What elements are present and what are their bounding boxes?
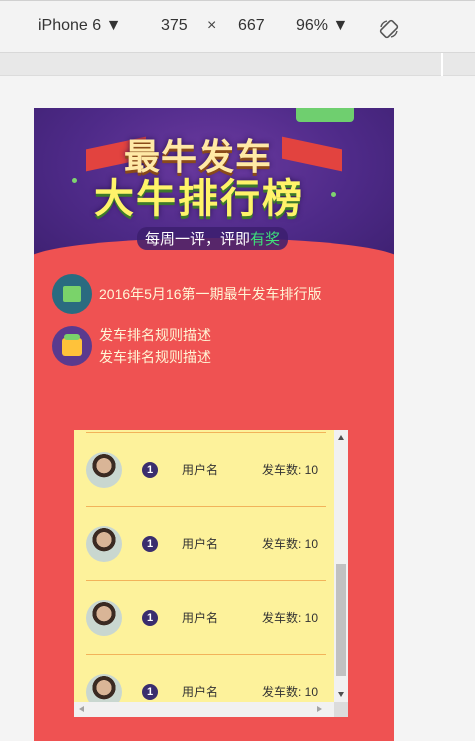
media-query-divider xyxy=(441,53,443,76)
departure-count: 发车数: 10 xyxy=(262,537,319,551)
scrollbar-thumb[interactable] xyxy=(336,564,346,676)
slogan-text: 每周一评，评即 xyxy=(145,231,251,248)
leaderboard-row[interactable]: 1 用户名 发车数: 10 xyxy=(86,507,326,581)
top-right-badge[interactable] xyxy=(296,108,354,122)
calendar-icon xyxy=(52,274,92,314)
devtools-toolbar: iPhone 6 ▼ 375 × 667 96% ▼ xyxy=(0,0,475,53)
device-select[interactable]: iPhone 6 ▼ xyxy=(38,17,121,35)
departure-count: 发车数: 10 xyxy=(262,685,319,699)
media-query-bar xyxy=(0,53,475,76)
leaderboard-row[interactable]: 1 用户名 发车数: 10 xyxy=(86,433,326,507)
viewport-width-field[interactable]: 375 xyxy=(161,17,188,35)
user-avatar xyxy=(86,599,122,636)
rank-badge: 1 xyxy=(142,683,158,700)
leaderboard-row[interactable]: 1 用户名 发车数: 10 xyxy=(86,581,326,655)
rank-badge: 1 xyxy=(142,609,158,626)
decor-star xyxy=(331,192,336,197)
rotate-icon[interactable] xyxy=(379,19,399,39)
username: 用户名 xyxy=(182,463,219,477)
period-text: 2016年5月16第一期最牛发车排行版 xyxy=(99,286,322,302)
decor-star xyxy=(72,178,77,183)
user-avatar xyxy=(86,451,122,488)
user-avatar xyxy=(86,673,122,702)
rules-line-1: 发车排名规则描述 xyxy=(99,327,211,343)
vertical-scrollbar[interactable] xyxy=(334,430,348,702)
departure-count: 发车数: 10 xyxy=(262,611,319,625)
scroll-down-arrow-icon[interactable] xyxy=(338,692,344,697)
rules-line-2: 发车排名规则描述 xyxy=(99,349,211,365)
banner-title-line2: 大牛排行榜 xyxy=(94,177,304,221)
user-avatar xyxy=(86,525,122,562)
leaderboard-list[interactable]: 1 用户名 发车数: 10 1 用户名 发车数: 10 1 用户名 发车数: 1… xyxy=(74,430,334,702)
rules-text: 发车排名规则描述 发车排名规则描述 xyxy=(99,324,211,368)
rank-badge: 1 xyxy=(142,461,158,478)
rank-badge: 1 xyxy=(142,535,158,552)
scroll-up-arrow-icon[interactable] xyxy=(338,435,344,440)
scroll-right-arrow-icon[interactable] xyxy=(317,706,322,712)
gift-icon xyxy=(52,326,92,366)
banner-slogan: 每周一评，评即有奖 xyxy=(137,227,289,250)
header-banner: 最牛发车 大牛排行榜 每周一评，评即有奖 xyxy=(34,108,394,298)
dimension-separator: × xyxy=(207,17,217,34)
scrollbar-corner xyxy=(334,702,348,717)
viewport-height-field[interactable]: 667 xyxy=(238,17,265,35)
username: 用户名 xyxy=(182,685,219,699)
leaderboard-panel: 1 用户名 发车数: 10 1 用户名 发车数: 10 1 用户名 发车数: 1… xyxy=(74,430,348,717)
slogan-highlight: 有奖 xyxy=(250,231,281,248)
username: 用户名 xyxy=(182,537,219,551)
zoom-select[interactable]: 96% ▼ xyxy=(296,17,348,35)
scroll-left-arrow-icon[interactable] xyxy=(79,706,84,712)
horizontal-scrollbar[interactable] xyxy=(74,702,334,717)
rules-row: 发车排名规则描述 发车排名规则描述 xyxy=(52,324,211,368)
period-row: 2016年5月16第一期最牛发车排行版 xyxy=(52,274,322,314)
leaderboard-row[interactable]: 1 用户名 发车数: 10 xyxy=(86,655,326,702)
departure-count: 发车数: 10 xyxy=(262,463,319,477)
phone-viewport: 最牛发车 大牛排行榜 每周一评，评即有奖 2016年5月16第一期最牛发车排行版… xyxy=(34,108,394,741)
username: 用户名 xyxy=(182,611,219,625)
